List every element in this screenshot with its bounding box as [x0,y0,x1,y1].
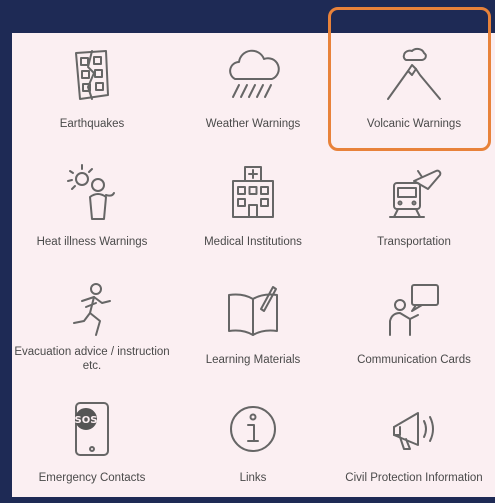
svg-text:SOS: SOS [75,415,98,426]
menu-item-label: Links [239,472,267,484]
menu-item-transportation[interactable]: Transportation [334,151,494,267]
menu-item-label: Evacuation advice / instruction etc. [14,346,170,372]
book-icon [228,286,278,336]
menu-item-medical-institutions[interactable]: Medical Institutions [173,151,333,267]
info-icon [230,406,276,452]
menu-item-learning-materials[interactable]: Learning Materials [173,269,333,385]
menu-item-label: Learning Materials [205,354,301,366]
menu-item-label: Heat illness Warnings [36,236,148,248]
selection-highlight [328,7,491,151]
menu-item-links[interactable]: Links [173,387,333,503]
hospital-icon [232,166,274,218]
menu-item-label: Civil Protection Information [345,472,483,484]
menu-item-label: Medical Institutions [204,236,302,248]
menu-item-weather-warnings[interactable]: Weather Warnings [173,33,333,149]
earthquake-icon [75,50,109,100]
menu-item-label: Communication Cards [357,354,471,366]
menu-item-evacuation[interactable]: Evacuation advice / instruction etc. [12,269,172,385]
menu-item-earthquakes[interactable]: Earthquakes [12,33,172,149]
sos-phone-icon: SOS [75,402,109,456]
communication-card-icon [389,284,439,336]
menu-item-heat-illness[interactable]: Heat illness Warnings [12,151,172,267]
menu-item-civil-protection[interactable]: Civil Protection Information [334,387,494,503]
menu-item-label: Transportation [377,236,451,248]
megaphone-icon [393,412,434,450]
menu-item-label: Earthquakes [59,118,125,130]
transportation-icon [389,169,442,218]
heat-illness-icon [67,164,115,220]
menu-item-communication-cards[interactable]: Communication Cards [334,269,494,385]
menu-item-emergency-contacts[interactable]: SOS Emergency Contacts [12,387,172,503]
rain-cloud-icon [229,49,280,98]
evacuation-icon [73,283,111,336]
menu-item-label: Weather Warnings [205,118,301,130]
menu-item-label: Emergency Contacts [38,472,146,484]
